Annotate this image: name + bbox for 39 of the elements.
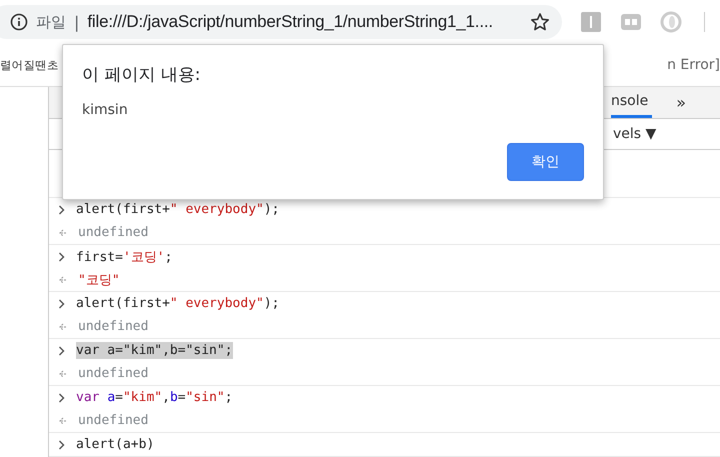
url-text: file:///D:/javaScript/numberString_1/numberString1_1.... [87, 12, 493, 32]
prompt-chevron-icon [58, 204, 66, 214]
result-arrow-icon [58, 368, 68, 378]
scheme-label: 파일 [36, 12, 66, 32]
command-text: var a="kim",b="sin"; [76, 342, 233, 359]
command-text: alert(first+" everybody"); [76, 295, 280, 312]
bookmark-link[interactable]: n Error] [667, 57, 720, 73]
extension-icon[interactable] [660, 11, 682, 33]
command-text: var a="kim",b="sin"; [76, 389, 233, 406]
result-text: undefined [78, 413, 148, 428]
result-text: undefined [78, 319, 148, 334]
command-text: alert(first+" everybody"); [76, 201, 280, 218]
ok-button[interactable]: 확인 [507, 143, 584, 181]
dialog-message: kimsin [82, 102, 129, 118]
prompt-chevron-icon [58, 346, 66, 356]
prompt-chevron-icon [58, 252, 66, 262]
prompt-chevron-icon [58, 298, 66, 308]
prompt-chevron-icon [58, 440, 66, 450]
command-text: alert(a+b) [76, 436, 154, 453]
dialog-title: 이 페이지 내용: [82, 64, 202, 86]
command-text: first='코딩'; [76, 248, 172, 266]
bookmark-link[interactable]: 렬어질땐초 [0, 58, 59, 72]
extension-icon[interactable] [580, 11, 602, 33]
result-arrow-icon [58, 416, 68, 426]
extension-icon[interactable] [620, 11, 642, 33]
star-icon[interactable] [530, 12, 550, 32]
levels-dropdown[interactable]: vels ▼ [613, 126, 656, 142]
result-arrow-icon [58, 274, 68, 284]
result-arrow-icon [58, 322, 68, 332]
separator-glyph: | [74, 12, 80, 32]
prompt-chevron-icon [58, 392, 66, 402]
result-text: "코딩" [78, 272, 120, 288]
devtools-tab[interactable]: nsole [611, 87, 652, 118]
result-text: undefined [78, 366, 148, 381]
more-tabs-button[interactable]: » [670, 87, 692, 118]
address-bar[interactable]: 파일 | file:///D:/javaScript/numberString_1/numberString1_1.... [0, 5, 562, 39]
result-arrow-icon [58, 228, 68, 238]
info-icon[interactable] [10, 13, 28, 31]
result-text: undefined [78, 225, 148, 240]
